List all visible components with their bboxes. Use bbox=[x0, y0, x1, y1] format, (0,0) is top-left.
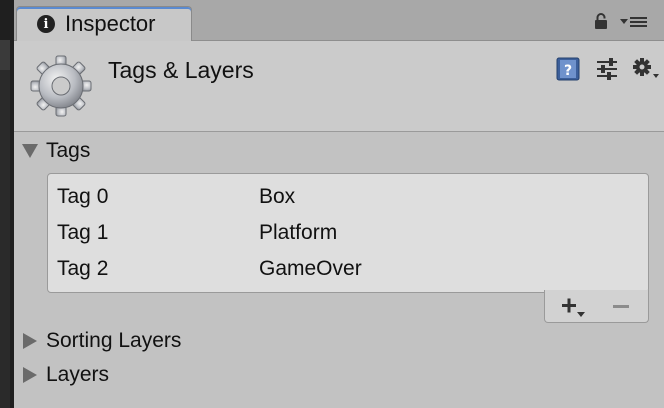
tag-name: Tag 2 bbox=[57, 257, 109, 280]
svg-text:?: ? bbox=[564, 63, 572, 79]
tags-list-footer bbox=[544, 290, 649, 323]
layers-label: Layers bbox=[46, 363, 110, 386]
sorting-layers-label: Sorting Layers bbox=[46, 329, 182, 352]
preset-icon[interactable] bbox=[596, 57, 618, 81]
plus-icon[interactable] bbox=[559, 296, 587, 318]
tag-value[interactable]: Box bbox=[259, 185, 295, 209]
tags-label: Tags bbox=[46, 139, 91, 162]
tag-name: Tag 1 bbox=[57, 221, 109, 244]
inspector-header: Tags & Layers ? bbox=[14, 41, 664, 132]
triangle-right-icon bbox=[22, 367, 38, 383]
tags-foldout[interactable]: Tags bbox=[22, 139, 90, 163]
help-icon[interactable]: ? bbox=[556, 57, 580, 81]
tab-bar: i Inspector bbox=[14, 0, 664, 41]
left-panel-scroll-thumb[interactable] bbox=[0, 40, 10, 70]
page-title: Tags & Layers bbox=[108, 57, 254, 83]
tab-label: Inspector bbox=[65, 11, 156, 36]
layers-foldout[interactable]: Layers bbox=[22, 363, 109, 387]
settings-icon[interactable] bbox=[632, 57, 660, 81]
tab-inspector[interactable]: i Inspector bbox=[16, 6, 192, 41]
tags-layers-content: Tags Tag 0 Box Tag 1 Platform Tag 2 Game… bbox=[14, 132, 664, 408]
triangle-down-icon bbox=[22, 143, 38, 159]
tag-value[interactable]: Platform bbox=[259, 221, 337, 245]
table-row[interactable]: Tag 1 Platform bbox=[48, 216, 648, 250]
tags-list: Tag 0 Box Tag 1 Platform Tag 2 GameOver bbox=[47, 173, 649, 293]
table-row[interactable]: Tag 2 GameOver bbox=[48, 252, 648, 286]
lock-icon[interactable] bbox=[594, 13, 608, 29]
gear-icon bbox=[30, 55, 92, 117]
left-panel-scrollbar[interactable] bbox=[0, 40, 10, 408]
sorting-layers-foldout[interactable]: Sorting Layers bbox=[22, 329, 181, 353]
tag-name: Tag 0 bbox=[57, 185, 109, 208]
tag-value[interactable]: GameOver bbox=[259, 257, 362, 281]
table-row[interactable]: Tag 0 Box bbox=[48, 180, 648, 214]
left-panel-edge bbox=[0, 0, 14, 408]
tab-menu-icon[interactable] bbox=[620, 16, 648, 28]
triangle-right-icon bbox=[22, 333, 38, 349]
info-icon: i bbox=[37, 15, 55, 33]
minus-icon[interactable] bbox=[609, 296, 633, 318]
